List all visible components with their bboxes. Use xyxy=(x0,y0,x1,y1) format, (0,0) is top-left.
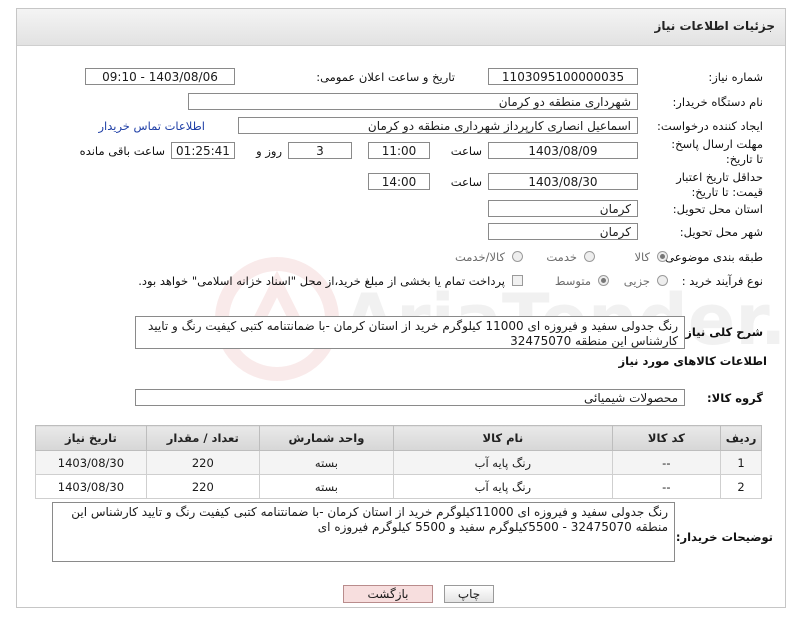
deadline-label: مهلت ارسال پاسخ: تا تاریخ: xyxy=(671,137,763,166)
category-radio-goods[interactable] xyxy=(657,251,668,262)
need-number-label: شماره نیاز: xyxy=(708,70,763,84)
creator-label: ایجاد کننده درخواست: xyxy=(657,119,763,133)
col-date: تاریخ نیاز xyxy=(35,425,147,451)
col-qty: تعداد / مقدار xyxy=(145,425,260,451)
province-field[interactable]: کرمان xyxy=(488,200,638,217)
category-radio-service[interactable] xyxy=(584,251,595,262)
goods-info-title: اطلاعات کالاهای مورد نیاز xyxy=(618,354,767,368)
time-remaining-field[interactable]: 01:25:41 xyxy=(171,142,235,159)
cell-code: -- xyxy=(611,450,722,475)
process-option-medium: متوسط xyxy=(554,274,591,288)
deadline-date-field[interactable]: 1403/08/09 xyxy=(488,142,638,159)
validity-label: حداقل تاریخ اعتبار قیمت: تا تاریخ: xyxy=(676,170,763,199)
goods-group-field[interactable]: محصولات شیمیائی xyxy=(135,389,685,406)
cell-qty: 220 xyxy=(145,450,260,475)
treasury-payment-note: پرداخت تمام یا بخشی از مبلغ خرید،از محل … xyxy=(138,274,505,288)
deadline-time-field[interactable]: 11:00 xyxy=(368,142,430,159)
col-code: کد کالا xyxy=(611,425,722,451)
goods-table: ردیف کد کالا نام کالا واحد شمارش تعداد /… xyxy=(35,425,762,499)
days-label: روز و xyxy=(256,144,282,158)
province-label: استان محل تحویل: xyxy=(672,202,763,216)
cell-date: 1403/08/30 xyxy=(35,474,147,499)
buyer-label: نام دستگاه خریدار: xyxy=(672,95,763,109)
table-row[interactable]: 2 -- رنگ پایه آب بسته 220 1403/08/30 xyxy=(35,474,762,499)
print-button[interactable]: چاپ xyxy=(444,585,494,603)
goods-group-label: گروه کالا: xyxy=(707,391,763,405)
validity-time-label: ساعت xyxy=(450,175,482,189)
buyer-notes-label: توضیحات خریدار: xyxy=(675,530,773,544)
page: جزئیات اطلاعات نیاز AriaTender.neT شماره… xyxy=(0,0,789,620)
city-label: شهر محل تحویل: xyxy=(679,225,763,239)
panel-title: جزئیات اطلاعات نیاز xyxy=(654,19,775,33)
category-option-service: خدمت xyxy=(546,250,577,264)
category-option-goods: کالا xyxy=(634,250,650,264)
col-unit: واحد شمارش xyxy=(258,425,395,451)
summary-label: شرح کلی نیاز: xyxy=(680,325,763,339)
buyer-notes-textarea[interactable]: رنگ جدولی سفید و فیروزه ای 11000کیلوگرم … xyxy=(52,502,675,562)
need-number-field[interactable]: 1103095100000035 xyxy=(488,68,638,85)
buyer-field[interactable]: شهرداری منطقه دو کرمان xyxy=(188,93,638,110)
details-panel: جزئیات اطلاعات نیاز AriaTender.neT شماره… xyxy=(16,8,789,608)
col-row: ردیف xyxy=(720,425,762,451)
table-row[interactable]: 1 -- رنگ پایه آب بسته 220 1403/08/30 xyxy=(35,450,762,475)
creator-field[interactable]: اسماعیل انصاری کارپرداز شهرداری منطقه دو… xyxy=(238,117,638,134)
goods-table-header: ردیف کد کالا نام کالا واحد شمارش تعداد /… xyxy=(35,425,762,451)
summary-textarea[interactable]: رنگ جدولی سفید و فیروزه ای 11000 کیلوگرم… xyxy=(135,316,685,349)
validity-time-field[interactable]: 14:00 xyxy=(368,173,430,190)
col-name: نام کالا xyxy=(393,425,613,451)
cell-code: -- xyxy=(611,474,722,499)
process-label: نوع فرآیند خرید : xyxy=(681,274,763,288)
announce-label: تاریخ و ساعت اعلان عمومی: xyxy=(316,70,455,84)
cell-name: رنگ پایه آب xyxy=(393,450,613,475)
process-radio-minor[interactable] xyxy=(657,275,668,286)
category-label: طبقه بندی موضوعی: xyxy=(661,250,763,264)
time-remaining-label: ساعت باقی مانده xyxy=(79,144,165,158)
process-option-minor: جزیی xyxy=(623,274,650,288)
deadline-time-label: ساعت xyxy=(450,144,482,158)
buyer-contact-link[interactable]: اطلاعات تماس خریدار xyxy=(98,119,205,133)
validity-date-field[interactable]: 1403/08/30 xyxy=(488,173,638,190)
process-radio-medium[interactable] xyxy=(598,275,609,286)
category-radio-goods-service[interactable] xyxy=(512,251,523,262)
cell-row: 1 xyxy=(720,450,762,475)
cell-unit: بسته xyxy=(258,474,395,499)
back-button[interactable]: بازگشت xyxy=(343,585,433,603)
panel-header: جزئیات اطلاعات نیاز xyxy=(17,9,785,46)
city-field[interactable]: کرمان xyxy=(488,223,638,240)
cell-date: 1403/08/30 xyxy=(35,450,147,475)
cell-unit: بسته xyxy=(258,450,395,475)
announce-field[interactable]: 1403/08/06 - 09:10 xyxy=(85,68,235,85)
category-option-goods-service: کالا/خدمت xyxy=(454,250,505,264)
cell-qty: 220 xyxy=(145,474,260,499)
cell-name: رنگ پایه آب xyxy=(393,474,613,499)
days-remaining-field[interactable]: 3 xyxy=(288,142,352,159)
treasury-payment-checkbox[interactable] xyxy=(512,275,523,286)
cell-row: 2 xyxy=(720,474,762,499)
